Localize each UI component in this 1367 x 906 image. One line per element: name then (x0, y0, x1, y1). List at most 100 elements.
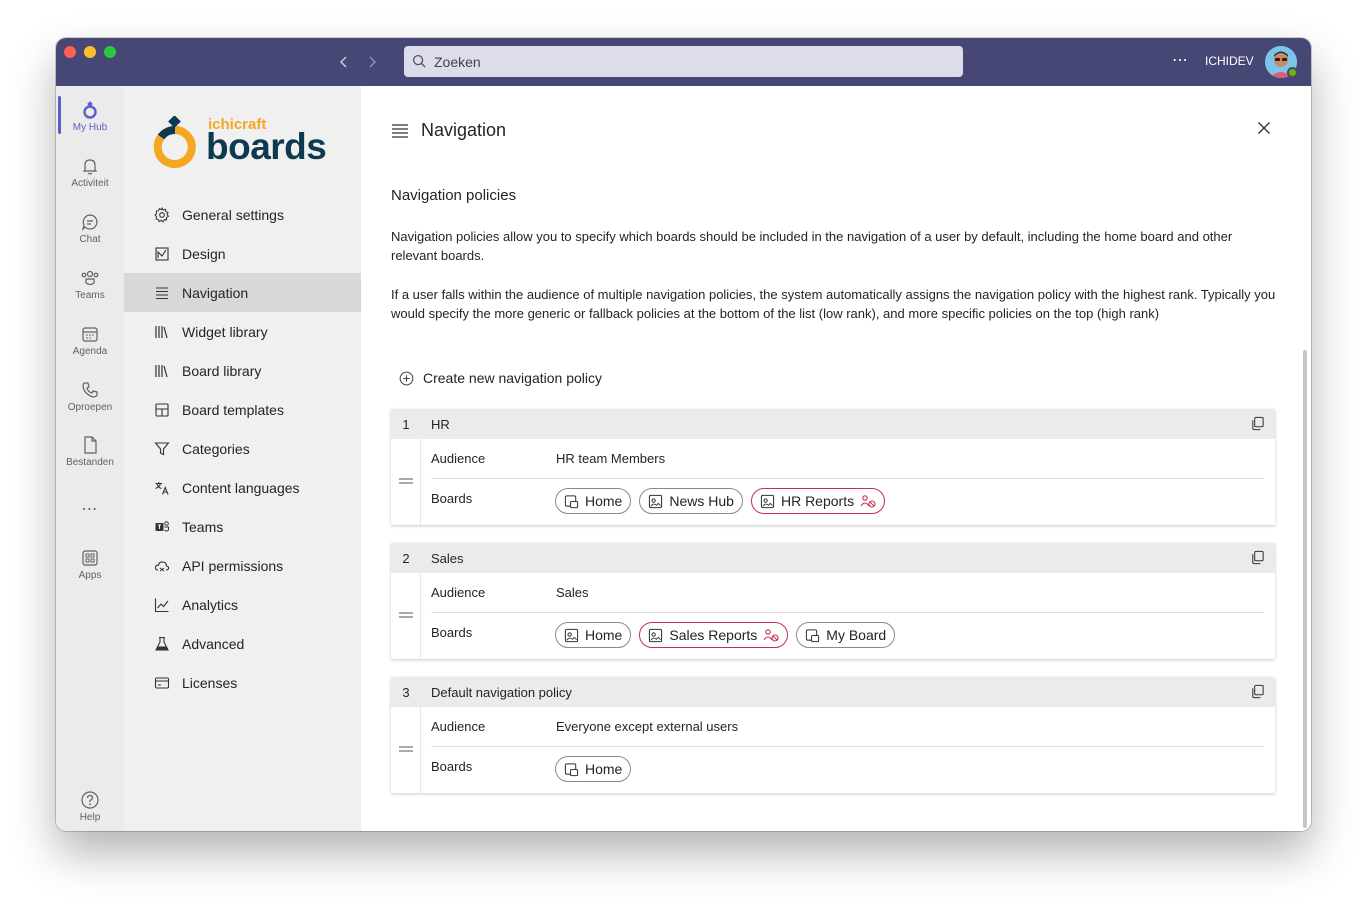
home-board-icon (564, 494, 579, 508)
menu-item-teams[interactable]: Teams (124, 507, 361, 546)
translate-icon (155, 481, 169, 495)
policy-header: 2 Sales (391, 543, 1275, 573)
menu-item-navigation[interactable]: Navigation (124, 273, 361, 312)
teams-icon (81, 270, 99, 286)
menu-item-advanced[interactable]: Advanced (124, 624, 361, 663)
teams-window: Zoeken ⋯ ICHIDEV My Hub Activiteit Chat … (56, 38, 1311, 831)
board-chip[interactable]: Home (555, 756, 632, 782)
policy-card[interactable]: 2 Sales Audience Sales Boards Home Sales… (391, 543, 1275, 659)
board-icon (649, 494, 663, 508)
menu-item-label: Licenses (182, 674, 238, 691)
close-window-button[interactable] (64, 46, 76, 58)
audience-row: Audience Sales (431, 573, 1264, 613)
board-icon (649, 628, 663, 642)
drag-handle-icon (399, 478, 413, 484)
description-paragraph: If a user falls within the audience of m… (391, 287, 1276, 321)
board-chip-label: Sales Reports (669, 627, 758, 643)
search-input[interactable]: Zoeken (404, 46, 963, 77)
menu-item-content-languages[interactable]: Content languages (124, 468, 361, 507)
create-navigation-policy-button[interactable]: Create new navigation policy (399, 370, 602, 386)
more-apps-icon[interactable]: ⋯ (56, 499, 124, 519)
policy-body: Audience Sales Boards Home Sales Reports (391, 573, 1275, 659)
settings-menu: General settings Design Navigation Widge… (124, 195, 361, 702)
policy-card[interactable]: 3 Default navigation policy Audience Eve… (391, 677, 1275, 793)
menu-item-label: Analytics (182, 596, 239, 613)
rail-label: Chat (79, 234, 101, 245)
rail-item-teams[interactable]: Teams (56, 260, 124, 312)
board-chip-audience-targeted[interactable]: Sales Reports (639, 622, 789, 648)
menu-item-label: Board templates (182, 401, 284, 418)
forward-arrow-icon[interactable] (362, 52, 382, 72)
drag-handle[interactable] (391, 573, 421, 659)
drag-handle[interactable] (391, 439, 421, 525)
menu-item-label: Categories (182, 440, 250, 457)
back-arrow-icon[interactable] (334, 52, 354, 72)
home-board-icon (806, 628, 820, 642)
audience-target-icon (763, 629, 779, 642)
menu-item-board-library[interactable]: Board library (124, 351, 361, 390)
more-options-icon[interactable]: ⋯ (1172, 50, 1189, 70)
board-chips: Home (555, 756, 639, 782)
rail-active-indicator (58, 96, 61, 134)
board-chip[interactable]: My Board (796, 622, 896, 648)
title-bar: Zoeken ⋯ ICHIDEV (56, 38, 1311, 86)
policy-body: Audience HR team Members Boards Home New… (391, 439, 1275, 525)
page-title: Navigation (421, 120, 507, 140)
boards-label: Boards (431, 491, 473, 506)
rail-item-apps[interactable]: Apps (56, 540, 124, 592)
menu-item-categories[interactable]: Categories (124, 429, 361, 468)
scrollbar[interactable] (1303, 350, 1307, 828)
close-button[interactable] (1257, 121, 1271, 140)
rail-item-my-hub[interactable]: My Hub (56, 92, 124, 144)
board-icon (564, 628, 579, 642)
policy-header: 1 HR (391, 409, 1275, 439)
audience-label: Audience (431, 719, 486, 734)
copy-icon[interactable] (1250, 550, 1265, 568)
minimize-window-button[interactable] (84, 46, 96, 58)
rail-item-chat[interactable]: Chat (56, 204, 124, 256)
menu-item-api-permissions[interactable]: API permissions (124, 546, 361, 585)
menu-item-widget-library[interactable]: Widget library (124, 312, 361, 351)
flask-icon (155, 636, 169, 651)
rail-item-bestanden[interactable]: Bestanden (56, 427, 124, 479)
policy-name: Default navigation policy (431, 684, 572, 700)
design-icon (155, 246, 169, 261)
description-paragraph: Navigation policies allow you to specify… (391, 229, 1233, 263)
boards-row: Boards Home (431, 747, 1264, 793)
menu-item-design[interactable]: Design (124, 234, 361, 273)
org-name[interactable]: ICHIDEV (1205, 54, 1254, 68)
rail-label: Activiteit (71, 178, 109, 189)
copy-icon[interactable] (1250, 416, 1265, 434)
audience-row: Audience Everyone except external users (431, 707, 1264, 747)
copy-icon[interactable] (1250, 684, 1265, 702)
maximize-window-button[interactable] (104, 46, 116, 58)
teams-icon (155, 520, 169, 531)
rail-item-help[interactable]: Help (56, 782, 124, 831)
board-chips: Home Sales Reports My Board (555, 622, 903, 648)
audience-target-icon (860, 495, 876, 508)
apps-icon (82, 550, 98, 566)
menu-item-board-templates[interactable]: Board templates (124, 390, 361, 429)
rail-item-activiteit[interactable]: Activiteit (56, 148, 124, 200)
board-chip-audience-targeted[interactable]: HR Reports (750, 488, 886, 514)
policy-rank: 2 (402, 550, 410, 566)
drag-handle-icon (399, 746, 413, 752)
policy-name: Sales (431, 550, 464, 566)
board-chip-label: HR Reports (780, 493, 855, 509)
policy-card[interactable]: 1 HR Audience HR team Members Boards Hom… (391, 409, 1275, 525)
calendar-icon (82, 327, 98, 342)
menu-item-general-settings[interactable]: General settings (124, 195, 361, 234)
drag-handle[interactable] (391, 707, 421, 793)
policy-name: HR (431, 416, 450, 432)
menu-item-analytics[interactable]: Analytics (124, 585, 361, 624)
hamburger-list-icon (392, 123, 408, 138)
menu-item-licenses[interactable]: Licenses (124, 663, 361, 702)
board-chip[interactable]: Home (555, 622, 632, 648)
rail-item-oproepen[interactable]: Oproepen (56, 372, 124, 424)
cloud-icon (154, 560, 170, 571)
menu-item-label: Content languages (182, 479, 300, 496)
rail-item-agenda[interactable]: Agenda (56, 316, 124, 368)
board-chip[interactable]: News Hub (639, 488, 743, 514)
board-chip[interactable]: Home (555, 488, 632, 514)
audience-value: Everyone except external users (556, 719, 739, 734)
